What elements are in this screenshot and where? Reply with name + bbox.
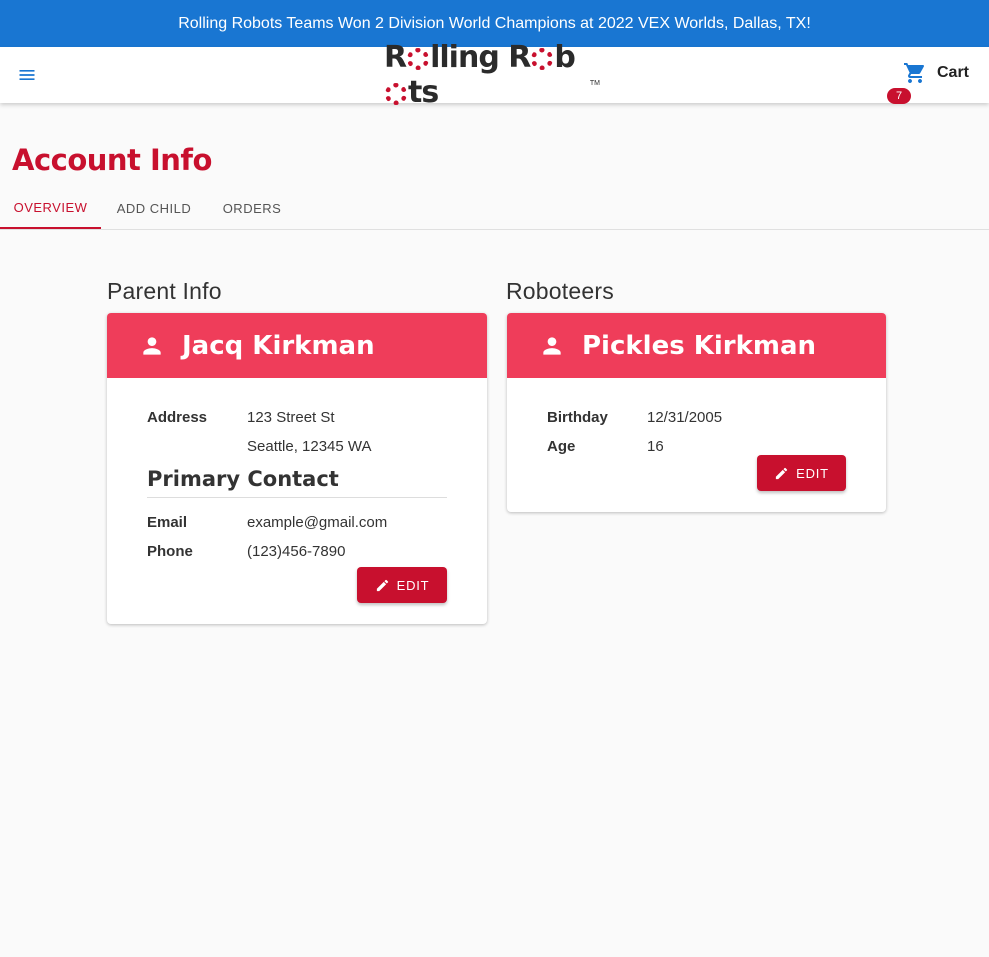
edit-parent-button[interactable]: EDIT — [357, 567, 447, 603]
parent-info-heading: Parent Info — [107, 278, 222, 304]
gear-icon — [531, 48, 554, 70]
pencil-icon — [775, 467, 788, 479]
email-label: Email — [147, 514, 188, 531]
roboteers-heading: Roboteers — [506, 278, 614, 304]
birthday-label: Birthday — [547, 409, 608, 426]
address-line1: 123 Street St — [247, 409, 335, 426]
pencil-icon — [376, 579, 388, 591]
email-row: Email example@gmail.com — [147, 508, 447, 537]
address-label: Address — [147, 409, 208, 426]
tab-orders[interactable]: ORDERS — [207, 188, 297, 229]
gear-icon — [407, 48, 430, 70]
person-icon — [143, 336, 161, 355]
logo-text: Rlling Rbts — [384, 40, 576, 110]
edit-label: EDIT — [396, 577, 430, 593]
roboteer-card: Pickles Kirkman Birthday 12/31/2005 Age … — [507, 313, 886, 512]
app-bar: Rlling Rbts TM Cart — [0, 40, 989, 110]
cart-icon — [903, 63, 924, 83]
address-row-2: Seattle, 12345 WA — [147, 432, 447, 461]
email-value: example@gmail.com — [247, 514, 388, 531]
cart-count-badge: 7 — [887, 88, 911, 104]
cart-button[interactable]: Cart — [903, 61, 969, 85]
primary-contact-heading: Primary Contact — [147, 467, 447, 498]
address-line2: Seattle, 12345 WA — [247, 438, 372, 455]
birthday-row: Birthday 12/31/2005 — [547, 403, 846, 432]
birthday-value: 12/31/2005 — [647, 409, 723, 426]
age-label: Age — [547, 438, 576, 455]
age-value: 16 — [647, 438, 664, 455]
tab-add-child[interactable]: ADD CHILD — [101, 188, 207, 229]
rolling-robots-logo[interactable]: Rlling Rbts TM — [384, 40, 600, 110]
phone-value: (123)456-7890 — [247, 543, 346, 560]
account-tabs: OVERVIEW ADD CHILD ORDERS — [0, 188, 989, 230]
trademark-mark: TM — [589, 79, 600, 87]
edit-label: EDIT — [796, 465, 829, 481]
roboteer-card-header: Pickles Kirkman — [507, 313, 886, 378]
page-title: Account Info — [12, 143, 212, 177]
parent-name: Jacq Kirkman — [182, 330, 375, 361]
parent-card: Jacq Kirkman Address 123 Street St Seatt… — [107, 313, 487, 624]
person-icon — [543, 336, 561, 355]
tab-overview[interactable]: OVERVIEW — [0, 188, 101, 229]
address-row: Address 123 Street St — [147, 403, 447, 432]
phone-label: Phone — [147, 543, 193, 560]
menu-icon — [19, 70, 35, 80]
roboteer-name: Pickles Kirkman — [582, 330, 817, 361]
menu-button[interactable] — [14, 62, 40, 88]
parent-card-body: Address 123 Street St Seattle, 12345 WA … — [107, 378, 487, 586]
parent-card-header: Jacq Kirkman — [107, 313, 487, 378]
banner-text: Rolling Robots Teams Won 2 Division Worl… — [178, 14, 811, 32]
edit-roboteer-button[interactable]: EDIT — [757, 455, 846, 491]
gear-icon — [385, 83, 407, 105]
cart-label: Cart — [936, 64, 969, 81]
phone-row: Phone (123)456-7890 — [147, 537, 447, 566]
